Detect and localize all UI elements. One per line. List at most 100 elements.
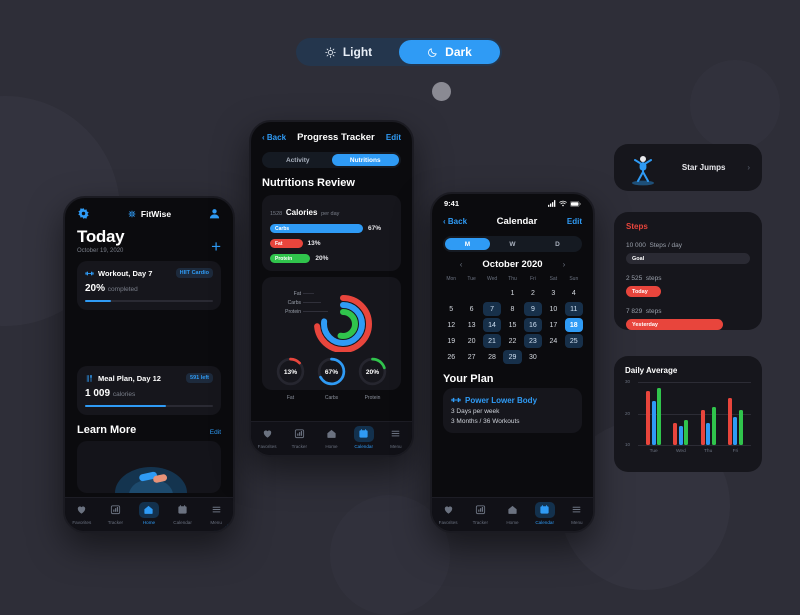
calendar-day[interactable]: 8 (503, 302, 521, 316)
calendar-day[interactable]: 14 (482, 318, 502, 332)
tab-activity[interactable]: Activity (264, 154, 332, 166)
calendar-day[interactable]: 2 (524, 286, 542, 300)
tab-nutritions[interactable]: Nutritions (331, 154, 399, 166)
tab-calendar[interactable]: Calendar (169, 502, 197, 525)
calendar-day[interactable]: 17 (544, 318, 562, 332)
calendar-day[interactable]: 11 (564, 302, 583, 316)
tab-tracker[interactable]: Tracker (466, 502, 494, 525)
calendar-day[interactable]: 28 (483, 350, 501, 364)
calendar-day[interactable]: 16 (523, 318, 543, 332)
calendar-day[interactable]: 21 (482, 334, 502, 348)
bottom-tabbar[interactable]: Favorites Tracker Home Calendar Menu (432, 497, 593, 531)
calendar-day[interactable]: 19 (442, 334, 460, 348)
learn-more-illustration[interactable] (77, 441, 221, 493)
calendar-day[interactable]: 26 (442, 350, 460, 364)
activity-nutrition-tabs[interactable]: Activity Nutritions (262, 152, 401, 168)
theme-toggle[interactable]: Light Dark (296, 38, 502, 66)
scroll-dot-indicator[interactable] (432, 82, 451, 101)
calendar-day[interactable]: 12 (442, 318, 460, 332)
learn-more-edit[interactable]: Edit (210, 429, 221, 436)
calendar-day[interactable]: 29 (503, 350, 522, 364)
edit-button[interactable]: Edit (567, 217, 582, 226)
edit-button[interactable]: Edit (386, 133, 401, 142)
theme-option-dark[interactable]: Dark (399, 40, 500, 64)
tab-label: Tracker (291, 443, 307, 449)
macro-percent: 13% (307, 240, 321, 247)
steps-yesterday-value: 7 829 steps (626, 301, 750, 316)
view-tab-m[interactable]: M (445, 238, 490, 250)
workout-progress-track (85, 300, 213, 302)
macro-ring-row: 13% Fat 67% Carbs 20% Protein (270, 356, 393, 401)
calories-unit: Calories (285, 208, 318, 217)
calendar-day[interactable]: 5 (442, 302, 460, 316)
calendar-day[interactable]: 3 (544, 286, 562, 300)
calendar-day[interactable]: 9 (523, 302, 543, 316)
calendar-day[interactable]: 7 (482, 302, 502, 316)
steps-widget-title: Steps (626, 222, 648, 231)
calendar-day[interactable]: 25 (564, 334, 583, 348)
bar (711, 407, 716, 445)
plan-name: Power Lower Body (465, 395, 538, 405)
calendar-day[interactable]: 27 (462, 350, 480, 364)
tab-home[interactable]: Home (498, 502, 526, 525)
macro-row-carbs: Carbs 67% (270, 224, 393, 233)
bar (738, 410, 743, 445)
plan-card[interactable]: Power Lower Body 3 Days per week 3 Month… (443, 388, 582, 433)
tab-tracker[interactable]: Tracker (101, 502, 129, 525)
delete-button[interactable] (233, 516, 235, 533)
calendar-day[interactable]: 30 (524, 350, 542, 364)
battery-icon (570, 200, 581, 207)
calendar-day[interactable]: 1 (503, 286, 521, 300)
bottom-tabbar[interactable]: Favorites Tracker Home Calendar Menu (251, 421, 412, 455)
chevron-left-icon[interactable]: ‹ (460, 260, 463, 269)
calendar-day[interactable]: 13 (462, 318, 480, 332)
nutritions-review-title: Nutritions Review (262, 177, 355, 189)
workout-card[interactable]: Workout, Day 7 HIIT Cardio 20% completed (77, 261, 221, 310)
chevron-right-icon[interactable]: › (563, 260, 566, 269)
home-icon (138, 501, 159, 518)
tab-calendar[interactable]: Calendar (531, 501, 559, 525)
calendar-day[interactable]: 23 (523, 334, 543, 348)
meal-card[interactable]: Meal Plan, Day 12 591 left 1 009 calorie… (77, 366, 221, 415)
background-blob (690, 60, 780, 150)
add-button[interactable]: + (211, 238, 221, 255)
tab-favorites[interactable]: Favorites (434, 502, 462, 525)
calendar-dow: Sat (549, 276, 558, 282)
tab-home[interactable]: Home (317, 426, 345, 449)
calendar-day[interactable]: 6 (462, 302, 480, 316)
avatar-icon[interactable] (208, 207, 221, 220)
tab-home[interactable]: Home (135, 501, 163, 525)
calendar-day[interactable]: 18 (564, 318, 583, 332)
chevron-right-icon[interactable]: › (747, 163, 750, 172)
calendar-blank (462, 286, 480, 300)
tab-menu[interactable]: Menu (563, 502, 591, 525)
workout-value: 20% completed (85, 283, 213, 294)
gear-icon[interactable] (77, 207, 90, 220)
calendar-day[interactable]: 24 (544, 334, 562, 348)
view-tab-d[interactable]: D (535, 238, 580, 250)
back-button[interactable]: ‹ Back (443, 217, 467, 226)
home-icon (502, 502, 522, 518)
back-button[interactable]: ‹ Back (262, 133, 286, 142)
calendar-day[interactable]: 22 (503, 334, 521, 348)
calendar-day[interactable]: 15 (503, 318, 521, 332)
star-jumps-widget[interactable]: Star Jumps › (614, 144, 762, 191)
phone-mockup-home: FitWise Today October 19, 2020 + Workout… (63, 196, 235, 533)
theme-option-light[interactable]: Light (298, 40, 399, 64)
tab-menu[interactable]: Menu (202, 502, 230, 525)
bar-group (646, 388, 662, 445)
view-tab-w[interactable]: W (490, 238, 535, 250)
tab-calendar[interactable]: Calendar (350, 425, 378, 449)
calendar-view-tabs[interactable]: M W D (443, 236, 582, 252)
tab-favorites[interactable]: Favorites (253, 426, 281, 449)
calendar-day[interactable]: 10 (544, 302, 562, 316)
tab-favorites[interactable]: Favorites (68, 502, 96, 525)
bottom-tabbar[interactable]: Favorites Tracker Home Calendar Menu (65, 497, 233, 531)
chart-x-labels: Tue Wed Thu Fri (640, 449, 749, 454)
tab-label: Home (506, 519, 519, 525)
calendar-grid[interactable]: Mon Tue Wed Thu Fri Sat Sun 1 2 3 4 5 6 7 8 9 10 11 12 13 14… (442, 276, 583, 364)
calendar-day[interactable]: 4 (565, 286, 583, 300)
calendar-day[interactable]: 20 (462, 334, 480, 348)
tab-tracker[interactable]: Tracker (285, 426, 313, 449)
tab-menu[interactable]: Menu (382, 426, 410, 449)
